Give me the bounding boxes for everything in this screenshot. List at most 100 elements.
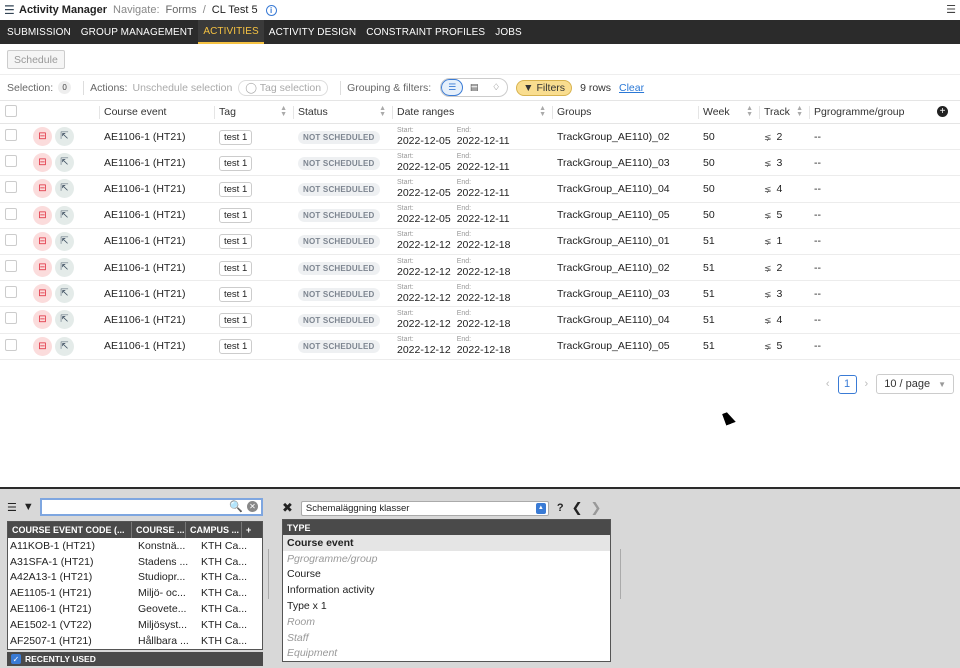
list-view-icon[interactable]: ☰ <box>441 79 464 96</box>
sort-icon[interactable]: ▲ ▼ <box>746 105 753 118</box>
info-icon[interactable]: i <box>265 4 277 16</box>
panel-divider[interactable] <box>620 549 621 599</box>
checkbox-checked-icon[interactable]: ✓ <box>11 654 21 664</box>
header-campus[interactable]: CAMPUS ... <box>186 522 242 538</box>
sort-icon[interactable]: ▲ ▼ <box>280 105 287 118</box>
view-select[interactable]: Schemaläggning klasser ▲ <box>300 500 549 516</box>
sort-icon[interactable]: ▲ ▼ <box>379 105 386 118</box>
tab-group-management[interactable]: GROUP MANAGEMENT <box>76 20 199 44</box>
type-item[interactable]: Staff <box>283 630 610 646</box>
list-item[interactable]: AE1106-1 (HT21) Geovete... KTH Ca... <box>8 601 262 617</box>
open-activity-icon[interactable]: ⇱ <box>55 205 74 225</box>
header-programme-group[interactable]: Pgrogramme/group + <box>809 100 960 124</box>
add-column-button[interactable]: + <box>242 522 260 538</box>
open-activity-icon[interactable]: ⇱ <box>55 127 74 147</box>
table-row[interactable]: ⊟ ⇱ AE1106-1 (HT21) test 1 NOT SCHEDULED Star… <box>0 280 960 308</box>
search-input[interactable] <box>41 500 212 514</box>
table-row[interactable]: ⊟ ⇱ AE1106-1 (HT21) test 1 NOT SCHEDULED Star… <box>0 228 960 255</box>
recently-used-toggle[interactable]: ✓ RECENTLY USED <box>7 652 263 666</box>
table-row[interactable]: ⊟ ⇱ AE1106-1 (HT21) test 1 NOT SCHEDULED Star… <box>0 306 960 334</box>
calendar-view-icon[interactable]: ▤ <box>463 79 485 96</box>
list-item[interactable]: A42A13-1 (HT21) Studiopr... KTH Ca... <box>8 570 262 586</box>
list-item[interactable]: AE1105-1 (HT21) Miljö- oc... KTH Ca... <box>8 585 262 601</box>
open-activity-icon[interactable]: ⇱ <box>55 231 74 251</box>
header-track[interactable]: Track ▲ ▼ <box>759 100 809 124</box>
select-all-checkbox[interactable] <box>5 104 17 117</box>
panel-divider[interactable] <box>268 549 269 599</box>
table-row[interactable]: ⊟ ⇱ AE1106-1 (HT21) test 1 NOT SCHEDULED Star… <box>0 149 960 177</box>
add-column-icon[interactable]: + <box>937 106 948 117</box>
open-activity-icon[interactable]: ⇱ <box>55 336 74 356</box>
type-item[interactable]: Pgrogramme/group <box>283 551 610 567</box>
forward-arrow-icon[interactable]: ❯ <box>591 500 602 516</box>
row-checkbox[interactable] <box>5 260 17 273</box>
list-item[interactable]: AE1502-1 (VT22) Miljösyst... KTH Ca... <box>8 617 262 633</box>
header-tag[interactable]: Tag ▲ ▼ <box>214 100 293 124</box>
hamburger-menu-icon[interactable]: ☰ <box>4 4 15 16</box>
unschedule-icon[interactable]: ⊟ <box>33 179 52 199</box>
clear-search-icon[interactable]: ✕ <box>247 501 258 512</box>
unschedule-icon[interactable]: ⊟ <box>33 231 52 251</box>
row-checkbox[interactable] <box>5 155 17 168</box>
menu-icon[interactable]: ☰ <box>7 501 17 514</box>
open-activity-icon[interactable]: ⇱ <box>55 258 74 278</box>
unschedule-selection-button[interactable]: Unschedule selection <box>132 82 232 94</box>
row-checkbox[interactable] <box>5 312 17 325</box>
clear-filters-link[interactable]: Clear <box>619 82 644 94</box>
next-page-icon[interactable]: › <box>865 378 869 390</box>
type-item[interactable]: Course <box>283 567 610 583</box>
table-row[interactable]: ⊟ ⇱ AE1106-1 (HT21) test 1 NOT SCHEDULED Star… <box>0 123 960 151</box>
type-item[interactable]: Type x 1 <box>283 598 610 614</box>
row-checkbox[interactable] <box>5 338 17 351</box>
filter-funnel-icon[interactable]: ▼ <box>23 501 34 513</box>
close-icon[interactable]: ✖ <box>282 500 293 516</box>
header-course[interactable]: COURSE ... <box>132 522 186 538</box>
tag-view-icon[interactable]: ♢ <box>485 79 507 96</box>
open-activity-icon[interactable]: ⇱ <box>55 284 74 304</box>
unschedule-icon[interactable]: ⊟ <box>33 310 52 330</box>
tab-constraint-profiles[interactable]: CONSTRAINT PROFILES <box>361 20 490 44</box>
table-row[interactable]: ⊟ ⇱ AE1106-1 (HT21) test 1 NOT SCHEDULED Star… <box>0 202 960 229</box>
tab-jobs[interactable]: JOBS <box>490 20 527 44</box>
search-field[interactable]: 🔍 ✕ <box>39 498 263 516</box>
unschedule-icon[interactable]: ⊟ <box>33 336 52 356</box>
type-item[interactable]: Information activity <box>283 582 610 598</box>
table-row[interactable]: ⊟ ⇱ AE1106-1 (HT21) test 1 NOT SCHEDULED Star… <box>0 254 960 282</box>
tab-submission[interactable]: SUBMISSION <box>2 20 76 44</box>
menu-lines-icon[interactable]: ☰ <box>946 3 956 16</box>
type-item[interactable]: Equipment <box>283 646 610 661</box>
row-checkbox[interactable] <box>5 233 17 246</box>
header-date-ranges[interactable]: Date ranges ▲ ▼ <box>392 100 552 124</box>
tag-selection-button[interactable]: ◯ Tag selection <box>238 79 329 96</box>
sort-icon[interactable]: ▲ ▼ <box>539 105 546 118</box>
unschedule-icon[interactable]: ⊟ <box>33 153 52 173</box>
page-1-button[interactable]: 1 <box>837 374 857 394</box>
list-item[interactable]: A31SFA-1 (HT21) Stadens ... KTH Ca... <box>8 554 262 570</box>
row-checkbox[interactable] <box>5 129 17 142</box>
header-status[interactable]: Status ▲ ▼ <box>293 100 392 124</box>
breadcrumb-forms[interactable]: Forms <box>166 4 197 16</box>
open-activity-icon[interactable]: ⇱ <box>55 153 74 173</box>
list-item[interactable]: AF2507-1 (HT21) Hållbara ... KTH Ca... <box>8 633 262 649</box>
back-arrow-icon[interactable]: ❮ <box>572 500 583 516</box>
filters-button[interactable]: ▼ Filters <box>516 79 573 96</box>
unschedule-icon[interactable]: ⊟ <box>33 284 52 304</box>
unschedule-icon[interactable]: ⊟ <box>33 258 52 278</box>
page-size-select[interactable]: 10 / page ▼ <box>876 374 954 394</box>
tab-activities[interactable]: ACTIVITIES <box>198 20 264 44</box>
type-item[interactable]: Room <box>283 614 610 630</box>
search-icon[interactable]: 🔍 <box>229 500 243 513</box>
row-checkbox[interactable] <box>5 207 17 220</box>
help-icon[interactable]: ? <box>557 502 564 514</box>
open-activity-icon[interactable]: ⇱ <box>55 310 74 330</box>
prev-page-icon[interactable]: ‹ <box>826 378 830 390</box>
table-row[interactable]: ⊟ ⇱ AE1106-1 (HT21) test 1 NOT SCHEDULED Star… <box>0 333 960 360</box>
open-activity-icon[interactable]: ⇱ <box>55 179 74 199</box>
header-groups[interactable]: Groups <box>552 100 698 124</box>
unschedule-icon[interactable]: ⊟ <box>33 127 52 147</box>
header-course-event[interactable]: Course event <box>99 100 214 124</box>
row-checkbox[interactable] <box>5 181 17 194</box>
header-week[interactable]: Week ▲ ▼ <box>698 100 759 124</box>
row-checkbox[interactable] <box>5 286 17 299</box>
tab-activity-design[interactable]: ACTIVITY DESIGN <box>264 20 361 44</box>
